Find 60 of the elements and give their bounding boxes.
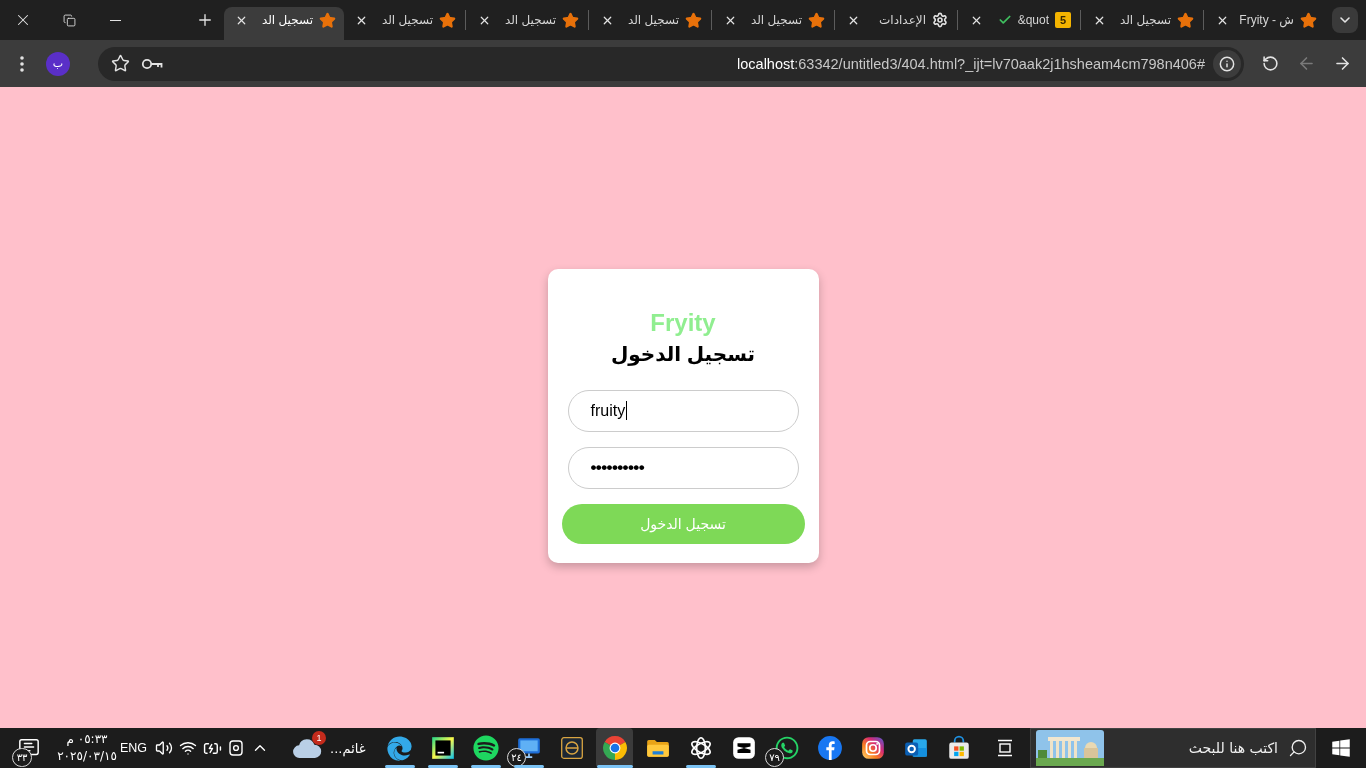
- star-icon: [1300, 11, 1317, 29]
- spotify-icon: [472, 735, 499, 761]
- brand-title: Fryity: [650, 308, 716, 337]
- star-icon: [808, 11, 825, 29]
- search-icon: [1288, 738, 1308, 758]
- circle-logo-icon: [558, 735, 585, 761]
- plus-icon: [196, 11, 214, 29]
- language-indicator[interactable]: ENG: [120, 741, 148, 755]
- browser-tab[interactable]: تسجيل الد: [1082, 7, 1202, 40]
- browser-tab[interactable]: تسجيل الد: [467, 7, 587, 40]
- volume-icon: [155, 739, 174, 757]
- task-view-icon: [996, 739, 1014, 757]
- profile-avatar[interactable]: ب: [46, 51, 70, 76]
- star-icon: [319, 11, 336, 29]
- count-badge: ٣٣: [12, 748, 32, 767]
- login-heading: تسجيل الدخول: [610, 341, 756, 366]
- count-badge: ٢٤: [507, 748, 526, 767]
- taskbar-app-button[interactable]: [596, 728, 633, 768]
- camera-icon: [229, 740, 244, 756]
- minimize-icon: [109, 19, 121, 21]
- password-field[interactable]: ••••••••••: [567, 446, 799, 489]
- star-icon: [562, 11, 579, 29]
- chrome-icon: [601, 735, 628, 761]
- star-icon: [1177, 11, 1194, 29]
- key-icon: [141, 56, 163, 71]
- tab-search-button[interactable]: [1332, 7, 1358, 33]
- menu-icon: [20, 55, 24, 72]
- count-badge: 1: [312, 730, 327, 745]
- clock-date[interactable]: ٢٠٢٥/٠٣/١٥: [57, 748, 117, 765]
- reload-icon: [1261, 55, 1279, 72]
- gear-icon: [932, 12, 948, 28]
- clock-time[interactable]: ٠٥:٣٣ م: [66, 731, 108, 748]
- browser-tab[interactable]: تسجيل الد: [713, 7, 833, 40]
- cloud-icon: [292, 737, 323, 759]
- star-icon: [685, 11, 702, 29]
- site-info-button[interactable]: [1213, 49, 1241, 78]
- browser-tab[interactable]: الإعدادات: [836, 7, 956, 40]
- edge-icon: [386, 735, 413, 761]
- notification-button[interactable]: ٣٣: [6, 728, 52, 768]
- facebook-icon: [816, 735, 843, 761]
- instagram-icon: [859, 735, 886, 761]
- address-bar[interactable]: localhost:63342/untitled3/404.html?_ijt=lv70aak2j1hsheam4cm798n406#: [98, 46, 1244, 81]
- browser-tab[interactable]: تسجيل الد: [344, 7, 464, 40]
- taskbar-app-button[interactable]: ٢٤: [510, 728, 547, 768]
- taskbar-app-button[interactable]: ٧٩: [768, 728, 805, 768]
- search-field[interactable]: اكتب هنا للبحث: [1030, 728, 1316, 768]
- browser-tab[interactable]: تسجيل الد: [224, 7, 344, 40]
- star-icon: [439, 11, 456, 29]
- username-field[interactable]: fruity: [567, 389, 799, 432]
- wifi-icon: [179, 739, 198, 757]
- ruins-illustration: [1036, 730, 1104, 766]
- restore-icon: [62, 13, 76, 27]
- count-badge: ٧٩: [765, 748, 784, 767]
- url-text[interactable]: localhost:63342/untitled3/404.html?_ijt=lv70aak2j1hsheam4cm798n406#: [737, 55, 1205, 72]
- browser-tab[interactable]: تسجيل الد: [590, 7, 710, 40]
- square-logo-icon: [429, 735, 456, 761]
- info-icon: [1219, 55, 1235, 72]
- browser-tab[interactable]: ش - Fryity: [1205, 7, 1325, 40]
- windows-logo-icon: [1331, 738, 1351, 758]
- clip-logo-icon: [730, 735, 757, 761]
